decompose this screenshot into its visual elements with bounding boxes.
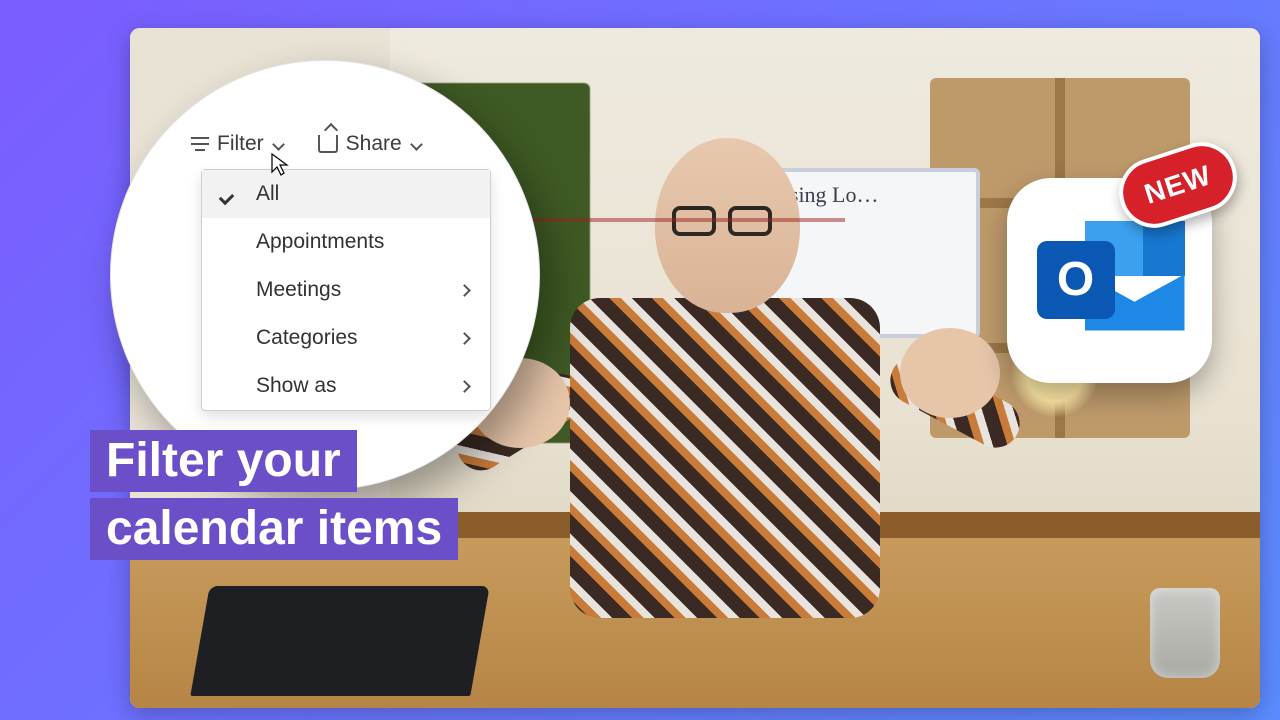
share-icon (318, 135, 338, 153)
filter-menu-item[interactable]: Appointments (202, 218, 490, 266)
filter-button[interactable]: Filter (191, 132, 284, 156)
laptop (190, 586, 489, 696)
filter-menu-item-label: All (256, 182, 279, 206)
chevron-down-icon (272, 138, 284, 150)
chevron-right-icon (458, 332, 470, 344)
check-icon (220, 186, 240, 202)
chevron-down-icon (410, 138, 422, 150)
chevron-right-icon (458, 380, 470, 392)
filter-menu-item[interactable]: Show as (202, 362, 490, 410)
outlook-letter: O (1037, 241, 1115, 319)
caption-line-1: Filter your (90, 430, 357, 492)
filter-menu-item[interactable]: All (202, 170, 490, 218)
calendar-toolbar: Filter Share (191, 123, 509, 165)
jar (1150, 588, 1220, 678)
filter-menu-item[interactable]: Meetings (202, 266, 490, 314)
filter-menu-item[interactable]: Categories (202, 314, 490, 362)
filter-icon (191, 137, 209, 151)
filter-menu-item-label: Meetings (256, 278, 341, 302)
filter-button-label: Filter (217, 132, 264, 156)
filter-menu-item-label: Categories (256, 326, 358, 350)
share-button-label: Share (346, 132, 402, 156)
caption-line-2: calendar items (90, 498, 458, 560)
cursor-icon (271, 153, 289, 177)
caption: Filter your calendar items (90, 424, 458, 560)
filter-menu-item-label: Appointments (256, 230, 384, 254)
presenter (510, 98, 940, 618)
chevron-right-icon (458, 284, 470, 296)
filter-dropdown[interactable]: All Appointments Meetings Categories Show as (201, 169, 491, 411)
filter-menu-item-label: Show as (256, 374, 337, 398)
share-button[interactable]: Share (318, 132, 422, 156)
